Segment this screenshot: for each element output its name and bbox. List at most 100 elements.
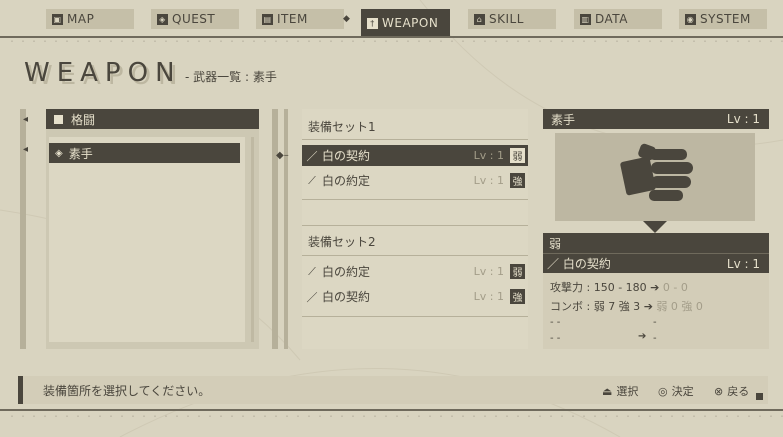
equip-slot[interactable]: ⟋ 白の約定 Lv : 1 強: [302, 170, 528, 191]
detail-info: 弱 ／ 白の契約 Lv : 1 攻撃力 : 150 - 180 ➔ 0 - 0 …: [543, 233, 769, 349]
combo-new-weak: 弱 0: [656, 300, 678, 313]
weapon-icon: †: [367, 17, 378, 29]
weapon-name: 白の契約: [322, 290, 371, 304]
hint-confirm: ◎ 決定: [658, 383, 694, 399]
hint-label: 決定: [671, 385, 694, 398]
divider: [302, 139, 528, 140]
list-item-fist[interactable]: ◈ 素手: [49, 143, 240, 163]
tab-label: SYSTEM: [700, 12, 751, 26]
category-list: ◈ 素手: [49, 137, 245, 342]
help-bar: 装備箇所を選択してください。 ⏏ 選択 ◎ 決定 ⊗ 戻る: [18, 376, 768, 404]
equip-slot[interactable]: ／ 白の契約 Lv : 1 強: [302, 286, 528, 307]
spear-icon: ⟋: [308, 173, 316, 187]
combo-new-strong: 強 0: [681, 300, 703, 313]
weapon-level: Lv : 1: [473, 174, 504, 187]
empty-stat: -: [653, 317, 657, 328]
circle-button-icon: ◎: [658, 384, 668, 398]
detail-weapon-name: 素手: [551, 112, 576, 127]
arrow-right-icon: ➔: [643, 300, 657, 313]
selected-weapon-bar: ／ 白の契約 Lv : 1: [543, 253, 769, 273]
category-panel: 格闘 ◈ 素手: [46, 109, 259, 349]
quest-icon: ◈: [157, 13, 168, 25]
hint-select: ⏏ 選択: [602, 383, 638, 399]
system-icon: ◉: [685, 13, 696, 25]
page-subtitle: - 武器一覧 : 素手: [185, 70, 277, 84]
category-header: 格闘: [46, 109, 259, 129]
left-marker-icon: ◂: [23, 114, 29, 125]
grade-bar: 弱: [543, 233, 769, 253]
skill-icon: ⌂: [474, 13, 485, 25]
weapon-name: 白の約定: [322, 174, 371, 188]
grade-badge: 弱: [510, 148, 525, 163]
tab-system[interactable]: ◉ SYSTEM: [679, 9, 767, 29]
empty-stat: -: [653, 333, 657, 344]
top-dot-pattern: ˙˙˙˙˙˙˙˙˙˙˙˙˙˙˙˙˙˙˙˙˙˙˙˙˙˙˙˙˙˙˙˙˙˙˙˙˙˙˙˙…: [10, 40, 783, 49]
category-header-label: 格闘: [71, 112, 96, 127]
tab-pointer-icon: ◆: [343, 14, 350, 24]
bottom-divider: [0, 409, 783, 411]
scrollbar[interactable]: [251, 137, 254, 342]
list-item-label: 素手: [68, 146, 93, 161]
square-icon: [54, 114, 63, 124]
weapon-image: [555, 133, 755, 221]
divider: [302, 255, 528, 256]
tab-label: SKILL: [489, 12, 524, 26]
combo-label: コンボ : 弱 7 強 3: [550, 300, 641, 313]
help-bar-accent: [18, 376, 23, 404]
tab-label: QUEST: [172, 12, 216, 26]
selected-weapon: ／ 白の契約: [547, 255, 611, 272]
arrow-right-icon: ➔: [650, 281, 663, 294]
hint-back: ⊗ 戻る: [714, 383, 749, 399]
equip-slot[interactable]: ⟋ 白の約定 Lv : 1 弱: [302, 261, 528, 282]
attack-new-value: 0 - 0: [662, 281, 688, 294]
help-message: 装備箇所を選択してください。: [43, 384, 211, 398]
divider: [302, 199, 528, 200]
set-label: 装備セット2: [308, 235, 376, 249]
tab-item[interactable]: ▤ ITEM: [256, 9, 344, 29]
tab-label: ITEM: [277, 12, 308, 26]
hint-label: 戻る: [727, 385, 750, 398]
dpad-icon: ⏏: [602, 384, 613, 398]
tab-map[interactable]: ▣ MAP: [46, 9, 134, 29]
attack-stat: 攻撃力 : 150 - 180 ➔ 0 - 0: [550, 279, 688, 295]
weapon-name: 白の契約: [322, 149, 371, 163]
equip-slot[interactable]: ／ 白の契約 Lv : 1 弱: [302, 145, 528, 166]
spear-icon: ⟋: [308, 264, 316, 278]
bottom-dot-pattern: ˙˙˙˙˙˙˙˙˙˙˙˙˙˙˙˙˙˙˙˙˙˙˙˙˙˙˙˙˙˙˙˙˙˙˙˙˙˙˙˙…: [10, 415, 783, 424]
cross-button-icon: ⊗: [714, 384, 724, 398]
pointer-arrow: [643, 221, 667, 233]
selected-weapon-name: 白の契約: [562, 257, 611, 271]
page-title: WEAPON: [24, 58, 182, 88]
left-marker-icon: ◂: [23, 144, 29, 155]
divider: [302, 225, 528, 226]
arrow-right-icon: ➔: [638, 331, 647, 342]
top-navigation: ▣ MAP ◈ QUEST ▤ ITEM ◆ † WEAPON ⌂ SKILL …: [0, 0, 783, 37]
tab-data[interactable]: ▥ DATA: [574, 9, 662, 29]
sword-icon: ／: [306, 290, 318, 304]
corner-marker: [756, 393, 763, 400]
equip-sets-panel: 装備セット1 ／ 白の契約 Lv : 1 弱 ⟋ 白の約定 Lv : 1 強 装…: [302, 109, 528, 349]
weapon-level: Lv : 1: [473, 290, 504, 303]
cursor-icon: ◆–: [276, 150, 289, 161]
empty-stat: - -: [550, 333, 561, 344]
tab-quest[interactable]: ◈ QUEST: [151, 9, 239, 29]
tab-label: WEAPON: [382, 16, 439, 30]
tab-weapon[interactable]: † WEAPON: [361, 9, 450, 37]
item-icon: ▤: [262, 13, 273, 25]
detail-weapon-level: Lv : 1: [726, 112, 760, 126]
attack-label: 攻撃力 : 150 - 180: [550, 281, 647, 294]
weapon-level: Lv : 1: [473, 265, 504, 278]
grade-badge: 強: [510, 173, 525, 188]
empty-stat: - -: [550, 317, 561, 328]
selected-weapon-level: Lv : 1: [726, 256, 760, 271]
fist-icon: ◈: [55, 147, 63, 159]
fist-icon: [620, 143, 693, 201]
weapon-detail-panel: 素手 Lv : 1 弱 ／ 白の契約 Lv : 1 攻撃力 : 150 - 18…: [543, 109, 769, 349]
top-divider: [0, 36, 783, 38]
tab-skill[interactable]: ⌂ SKILL: [468, 9, 556, 29]
tab-label: MAP: [67, 12, 95, 26]
grade-badge: 弱: [510, 264, 525, 279]
mid-frame-bar: [272, 109, 278, 349]
map-icon: ▣: [52, 13, 63, 25]
tab-label: DATA: [595, 12, 628, 26]
